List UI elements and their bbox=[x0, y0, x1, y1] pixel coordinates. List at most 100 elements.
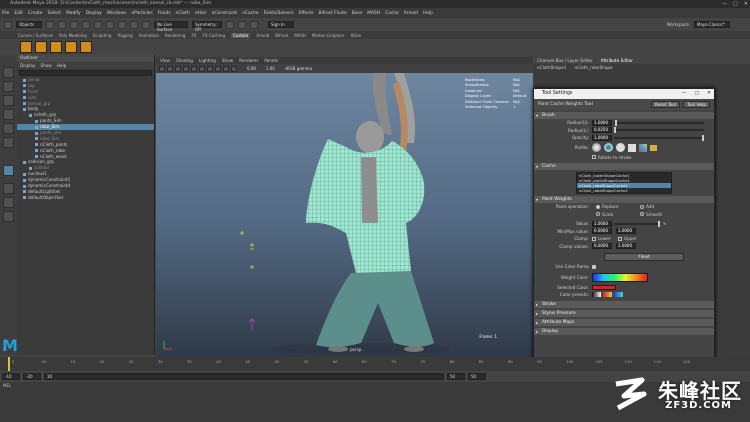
profile-gaussian-icon[interactable] bbox=[592, 143, 601, 152]
shelf-tab-animation[interactable]: Animation bbox=[139, 33, 159, 38]
shelf-tab-motion-graphics[interactable]: Motion Graphics bbox=[312, 33, 345, 38]
lasso-tool-icon[interactable] bbox=[3, 81, 14, 92]
symmetry-select[interactable]: Symmetry: Off bbox=[192, 21, 222, 31]
render-icon[interactable] bbox=[226, 20, 234, 29]
shelf-tab-sculpting[interactable]: Sculpting bbox=[93, 33, 112, 38]
mode-button[interactable] bbox=[4, 20, 12, 29]
new-scene-icon[interactable] bbox=[46, 20, 54, 29]
viewport-menu-panels[interactable]: Panels bbox=[264, 57, 277, 64]
menu-ncloth[interactable]: nCloth bbox=[176, 11, 190, 16]
paint-tool-icon[interactable] bbox=[3, 165, 14, 176]
redo-icon[interactable] bbox=[94, 20, 102, 29]
end-time-field[interactable]: 50 bbox=[468, 373, 486, 380]
shelf-tab-rigging[interactable]: Rigging bbox=[117, 33, 132, 38]
section-attribute-maps-header[interactable]: Attribute Maps bbox=[534, 318, 714, 326]
bookmark-icon[interactable] bbox=[167, 65, 173, 72]
radius-u-slider[interactable] bbox=[614, 119, 704, 126]
preset-grayscale-icon[interactable] bbox=[592, 292, 601, 298]
brush-section-header[interactable]: Brush bbox=[534, 112, 714, 119]
value-field[interactable]: 1.0000 bbox=[592, 220, 612, 227]
section-stroke-header[interactable]: Stroke bbox=[534, 300, 714, 308]
shelf-tab-bifrost[interactable]: Bifrost bbox=[275, 33, 288, 38]
shelf-tool-icon[interactable] bbox=[35, 41, 47, 53]
menu-ncache[interactable]: nCache bbox=[242, 11, 258, 16]
viewport-menu-lighting[interactable]: Lighting bbox=[199, 57, 216, 64]
save-scene-icon[interactable] bbox=[70, 20, 78, 29]
undo-icon[interactable] bbox=[82, 20, 90, 29]
outliner-menu-display[interactable]: Display bbox=[20, 62, 35, 69]
viewport-menu-shading[interactable]: Shading bbox=[176, 57, 193, 64]
playback-start-field[interactable]: -20 bbox=[23, 373, 41, 380]
outliner-item[interactable]: defaultObjectSet bbox=[17, 195, 154, 201]
opacity-field[interactable]: 1.0000 bbox=[592, 134, 612, 141]
menu-nparticles[interactable]: nParticles bbox=[131, 11, 152, 16]
tool-settings-titlebar[interactable]: Tool Settings — □ ✕ bbox=[534, 89, 714, 99]
textured-icon[interactable] bbox=[199, 65, 205, 72]
smooth-shade-icon[interactable] bbox=[191, 65, 197, 72]
reset-tool-button[interactable]: Reset Tool bbox=[650, 101, 680, 108]
menu-mash[interactable]: MASH bbox=[367, 11, 380, 16]
min-field[interactable]: 0.0000 bbox=[592, 228, 612, 235]
single-view-layout-icon[interactable] bbox=[3, 183, 14, 194]
menu-cache[interactable]: Cache bbox=[385, 11, 399, 16]
profile-square-icon[interactable] bbox=[628, 143, 636, 152]
shelf-tab-curves-surfaces[interactable]: Curves / Surfaces bbox=[18, 33, 53, 38]
menu-help[interactable]: Help bbox=[423, 11, 433, 16]
menu-fluids[interactable]: Fluids bbox=[158, 11, 171, 16]
clamp-min-field[interactable]: 0.0000 bbox=[592, 243, 612, 250]
shelf-tool-icon[interactable] bbox=[20, 41, 32, 53]
outliner-layout-icon[interactable] bbox=[3, 211, 14, 222]
ts-minimize-button[interactable]: — bbox=[682, 89, 687, 99]
op-add-radio[interactable] bbox=[640, 204, 644, 209]
menu-nconstraint[interactable]: nConstraint bbox=[212, 11, 238, 16]
start-time-field[interactable]: -10 bbox=[2, 373, 20, 380]
menu-select[interactable]: Select bbox=[47, 11, 61, 16]
preset-warm-icon[interactable] bbox=[603, 292, 612, 298]
menu-display[interactable]: Display bbox=[86, 11, 102, 16]
render-settings-icon[interactable] bbox=[250, 20, 258, 29]
shelf-tab-mash[interactable]: MASH bbox=[294, 33, 306, 38]
shelf-tool-icon[interactable] bbox=[50, 41, 62, 53]
menu-edit[interactable]: Edit bbox=[14, 11, 23, 16]
shelf-tab-fx[interactable]: FX bbox=[191, 33, 196, 38]
menu-create[interactable]: Create bbox=[28, 11, 43, 16]
cache-list-item[interactable]: nCloth_robeShapeCache2 bbox=[577, 188, 671, 193]
menu-windows[interactable]: Windows bbox=[107, 11, 127, 16]
rotate-stroke-checkbox[interactable] bbox=[592, 155, 596, 160]
op-smooth-radio[interactable] bbox=[640, 212, 644, 217]
wireframe-icon[interactable] bbox=[183, 65, 189, 72]
viewport-menu-show[interactable]: Show bbox=[222, 57, 233, 64]
xray-icon[interactable] bbox=[231, 65, 237, 72]
range-bar[interactable]: 10 bbox=[44, 373, 444, 380]
radius-u-field[interactable]: 1.0000 bbox=[592, 119, 612, 126]
workspace-select[interactable]: Maya Classic* bbox=[694, 21, 730, 28]
close-button[interactable]: ✕ bbox=[744, 0, 748, 8]
folder-icon[interactable] bbox=[650, 144, 657, 151]
shelf-tab-rendering[interactable]: Rendering bbox=[165, 33, 185, 38]
weight-color-ramp[interactable] bbox=[592, 272, 648, 282]
cache-list[interactable]: nCloth_lowerShapeCache1 nCloth_pantsShape… bbox=[576, 172, 672, 194]
menu-bifrost-fluids[interactable]: Bifrost Fluids bbox=[319, 11, 347, 16]
shelf-tool-icon[interactable] bbox=[80, 41, 92, 53]
exposure-field[interactable]: 0.00 bbox=[247, 66, 256, 71]
paint-select-tool-icon[interactable] bbox=[3, 95, 14, 106]
profile-soft-icon[interactable] bbox=[604, 143, 613, 152]
rotate-tool-icon[interactable] bbox=[3, 123, 14, 134]
flood-button[interactable]: Flood bbox=[604, 253, 684, 261]
time-slider[interactable]: 5 10 15 20 25 30 35 40 45 50 55 60 65 70 75 80 85 90 95 100… bbox=[0, 357, 750, 371]
op-replace-radio[interactable] bbox=[596, 204, 600, 209]
snap-point-icon[interactable] bbox=[142, 20, 150, 29]
viewport-panel[interactable]: View Shading Lighting Show Renderer Panels 0.… bbox=[156, 57, 533, 357]
menu-arnold[interactable]: Arnold bbox=[404, 11, 418, 16]
preset-cool-icon[interactable] bbox=[614, 292, 623, 298]
playback-end-field[interactable]: 50 bbox=[447, 373, 465, 380]
max-field[interactable]: 1.0000 bbox=[616, 228, 636, 235]
menu-nhair[interactable]: nHair bbox=[195, 11, 207, 16]
tab-ncloth-robeshape[interactable]: nCloth_robeShape bbox=[574, 64, 612, 71]
maximize-button[interactable]: □ bbox=[733, 0, 738, 8]
live-surface-field[interactable]: No Live Surface bbox=[154, 21, 188, 31]
section-display-header[interactable]: Display bbox=[534, 327, 714, 335]
paint-weights-section-header[interactable]: Paint Weights bbox=[534, 196, 714, 203]
shadows-icon[interactable] bbox=[215, 65, 221, 72]
isolate-select-icon[interactable] bbox=[223, 65, 229, 72]
